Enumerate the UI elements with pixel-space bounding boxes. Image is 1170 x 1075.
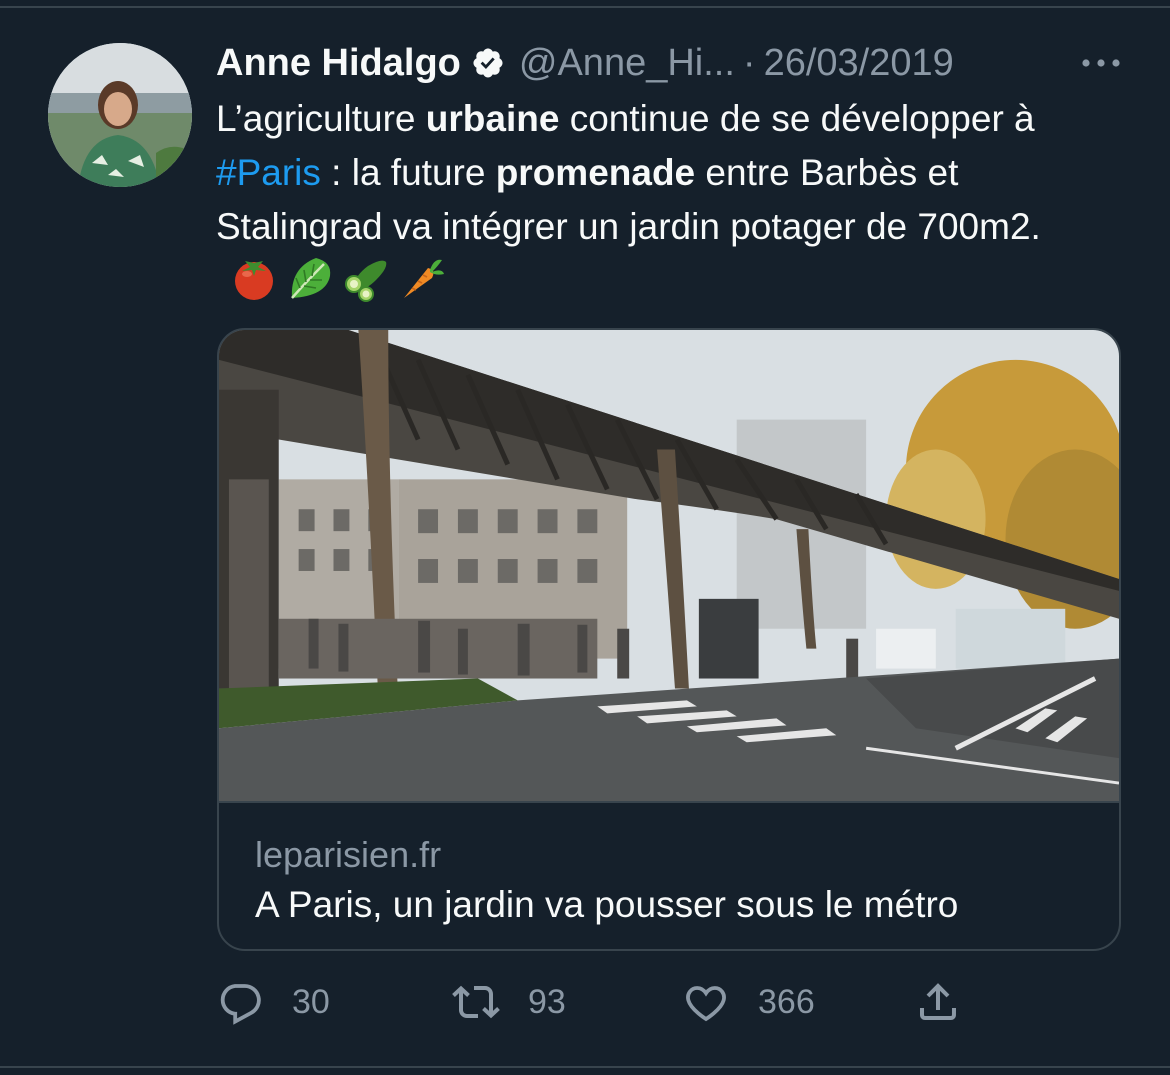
share-button[interactable] <box>914 975 962 1029</box>
cucumber-emoji <box>345 260 387 302</box>
leafy-green-emoji <box>291 258 331 299</box>
card-title: A Paris, un jardin va pousser sous le mé… <box>255 884 959 925</box>
card-image <box>219 330 1119 803</box>
hashtag-link[interactable]: #Paris <box>216 152 321 193</box>
bold-text-urbaine: urbaine <box>425 98 560 139</box>
emoji-group <box>230 254 446 302</box>
separator-dot: · <box>742 41 756 84</box>
tweet-date[interactable]: 26/03/2019 <box>764 42 954 85</box>
avatar-photo <box>48 43 192 187</box>
retweet-button[interactable]: 93 <box>452 975 566 1029</box>
card-domain: leparisien.fr <box>255 834 442 875</box>
bottom-divider <box>0 1066 1170 1068</box>
author-handle[interactable]: @Anne_Hi... <box>519 42 735 85</box>
avatar[interactable] <box>48 43 192 187</box>
reply-icon <box>220 984 261 1025</box>
text-part: : la future <box>320 152 496 193</box>
reply-button[interactable]: 30 <box>216 975 330 1029</box>
tomato-emoji <box>235 261 273 300</box>
more-options-icon[interactable] <box>1076 46 1126 80</box>
text-part: L’agriculture <box>216 98 426 139</box>
share-icon <box>920 983 956 1020</box>
tweet-actions: 30 93 366 <box>216 975 976 1029</box>
bold-text-promenade: promenade <box>495 152 696 193</box>
verified-icon <box>471 46 505 80</box>
link-card[interactable]: leparisien.fr A Paris, un jardin va pous… <box>217 328 1121 951</box>
tweet-text: L’agriculture urbaine continue de se dév… <box>216 92 1126 309</box>
like-button[interactable]: 366 <box>682 975 815 1029</box>
text-part: continue de se développer à <box>559 98 1035 139</box>
retweet-count: 93 <box>528 982 566 1021</box>
author-name[interactable]: Anne Hidalgo <box>216 42 461 85</box>
like-count: 366 <box>758 982 815 1021</box>
reply-count: 30 <box>292 982 330 1021</box>
heart-icon <box>686 986 726 1022</box>
tweet-header: Anne Hidalgo @Anne_Hi... · 26/03/2019 <box>216 38 1126 88</box>
carrot-emoji <box>404 259 444 298</box>
retweet-icon <box>452 985 500 1019</box>
top-divider <box>0 6 1170 8</box>
